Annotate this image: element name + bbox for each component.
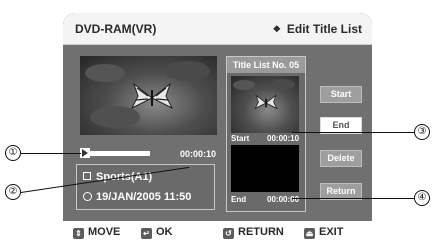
current-time: 00:00:10 [180, 149, 217, 159]
disc-type-label: DVD-RAM(VR) [75, 22, 157, 36]
end-time: 00:00:00 [267, 195, 300, 204]
start-button[interactable]: Start [320, 86, 362, 103]
callout-line-1 [21, 153, 81, 154]
clock-icon [83, 192, 92, 201]
progress-bar [90, 151, 150, 156]
callout-3: ③ [414, 124, 430, 140]
return-label: RETURN [238, 226, 284, 238]
start-thumbnail [231, 76, 299, 133]
callout-1: ① [5, 145, 21, 161]
screen-title-text: Edit Title List [286, 22, 362, 36]
exit-label: EXIT [319, 226, 344, 238]
screen-frame: DVD-RAM(VR) ❖ Edit Title List 00:00:10 Sp… [63, 13, 372, 243]
end-thumbnail [231, 145, 299, 192]
header-bar: DVD-RAM(VR) ❖ Edit Title List [63, 13, 372, 45]
callout-line-3 [292, 132, 414, 133]
callout-2: ② [5, 184, 21, 200]
butterfly-image [130, 82, 174, 110]
delete-button[interactable]: Delete [320, 150, 362, 167]
title-info-box: Sports(A1) 19/JAN/2005 11:50 [76, 164, 215, 210]
ok-icon: ↵ [141, 228, 152, 239]
start-time: 00:00:10 [267, 134, 300, 143]
move-icon: ⇕ [73, 228, 84, 239]
callout-line-4 [292, 198, 414, 199]
record-date: 19/JAN/2005 11:50 [96, 191, 192, 203]
exit-hint: ⏏ EXIT [304, 226, 344, 239]
ok-label: OK [156, 226, 173, 238]
return-icon: ↺ [223, 228, 234, 239]
end-label: End [231, 195, 247, 204]
return-hint: ↺ RETURN [223, 226, 284, 239]
start-label: Start [231, 134, 250, 143]
callout-4: ④ [414, 190, 430, 206]
exit-icon: ⏏ [304, 228, 315, 239]
footer-bar: ⇕ MOVE ↵ OK ↺ RETURN ⏏ EXIT [63, 221, 372, 243]
ok-hint: ↵ OK [141, 226, 173, 239]
foliage [85, 64, 125, 82]
foliage [165, 61, 210, 81]
move-label: MOVE [88, 226, 121, 238]
foliage [233, 80, 255, 90]
play-icon [80, 148, 90, 158]
diamond-icon: ❖ [272, 24, 281, 34]
screen-title: ❖ Edit Title List [273, 22, 362, 36]
video-preview [80, 56, 217, 135]
title-icon [83, 172, 91, 180]
butterfly-image [254, 94, 278, 110]
move-hint: ⇕ MOVE [73, 226, 121, 239]
title-list-heading: Title List No. 05 [227, 57, 305, 73]
date-row: 19/JAN/2005 11:50 [83, 191, 191, 203]
foliage [271, 79, 295, 90]
